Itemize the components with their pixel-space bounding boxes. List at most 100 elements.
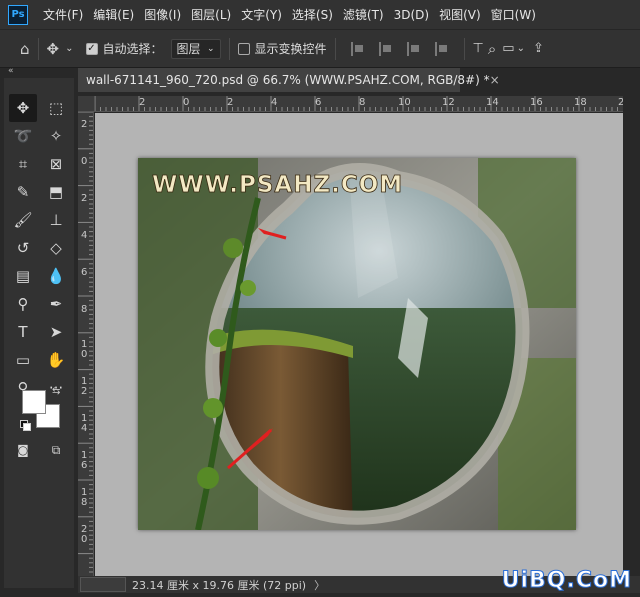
share-icon[interactable]: ⇪ [533, 41, 544, 56]
ruler-label: 2 [227, 97, 234, 108]
frame-tool-icon[interactable]: ⊠ [42, 150, 70, 178]
ruler-label: 1 4 [81, 413, 88, 434]
stamp-tool-icon[interactable]: ⊥ [42, 206, 70, 234]
align-middle-icon[interactable] [434, 41, 449, 56]
ruler-label: 20 [618, 97, 623, 108]
ruler-label: 16 [530, 97, 543, 108]
auto-select-target-value: 图层 [176, 42, 201, 56]
magic-wand-tool-icon[interactable]: ✧ [42, 122, 70, 150]
document-canvas[interactable]: WWW.PSAHZ.COM [138, 158, 576, 530]
default-colors-icon[interactable] [20, 420, 31, 431]
ruler-label: 1 0 [81, 339, 88, 360]
menu-bar: Ps 文件(F) 编辑(E) 图像(I) 图层(L) 文字(Y) 选择(S) 滤… [0, 0, 640, 30]
foreground-color-swatch[interactable] [22, 390, 46, 414]
menu-image[interactable]: 图像(I) [139, 6, 186, 23]
swap-colors-icon[interactable]: ⇆ [52, 386, 60, 397]
align-center-icon[interactable] [378, 41, 393, 56]
ruler-label: 0 [183, 97, 190, 108]
ruler-label: 4 [81, 230, 88, 241]
path-selection-tool-icon[interactable]: ➤ [42, 318, 70, 346]
workspace-icon[interactable]: ▭ [502, 41, 514, 56]
document-tab-title: wall-671141_960_720.psd @ 66.7% (WWW.PSA… [86, 73, 490, 87]
status-menu-arrow-icon[interactable]: 〉 [314, 577, 325, 593]
ruler-label: 2 [81, 119, 88, 130]
divider [228, 37, 230, 60]
crop-tool-icon[interactable]: ⌗ [9, 150, 37, 178]
ruler-label: 1 6 [81, 450, 88, 471]
ruler-label: 8 [81, 304, 88, 315]
menu-edit[interactable]: 编辑(E) [88, 6, 139, 23]
ruler-label: 6 [315, 97, 322, 108]
brush-tool-icon[interactable]: 🖌 [9, 206, 37, 234]
align-top-icon[interactable]: ⊤ [473, 41, 484, 56]
ruler-label: 14 [486, 97, 499, 108]
menu-select[interactable]: 选择(S) [287, 6, 338, 23]
chevron-down-icon[interactable]: ⌄ [517, 43, 525, 54]
ruler-label: 12 [442, 97, 455, 108]
site-watermark: UiBQ.CoM [501, 568, 632, 594]
patch-tool-icon[interactable]: ⬒ [42, 178, 70, 206]
artwork-image: WWW.PSAHZ.COM [138, 158, 576, 530]
ruler-label: 6 [81, 267, 88, 278]
divider [463, 37, 465, 60]
document-tab-bar: wall-671141_960_720.psd @ 66.7% (WWW.PSA… [78, 68, 640, 92]
auto-select-label: 自动选择： [102, 42, 163, 56]
close-icon[interactable]: × [490, 73, 500, 87]
zoom-field[interactable] [80, 577, 126, 592]
divider [37, 37, 39, 60]
move-tool-icon[interactable]: ✥ [47, 40, 60, 58]
screen-mode-icon[interactable]: ⧉ [42, 436, 70, 464]
vertical-ruler[interactable]: 2 0 2 4 6 8 1 0 1 2 1 4 1 6 1 8 2 0 [78, 112, 94, 576]
photoshop-logo-icon: Ps [8, 4, 28, 25]
menu-3d[interactable]: 3D(D) [389, 8, 434, 22]
ruler-label: 1 2 [81, 376, 88, 397]
history-brush-tool-icon[interactable]: ↺ [9, 234, 37, 262]
search-icon[interactable]: ⌕ [488, 40, 496, 58]
menu-filter[interactable]: 滤镜(T) [338, 6, 389, 23]
menu-layer[interactable]: 图层(L) [186, 6, 236, 23]
ruler-label: 18 [574, 97, 587, 108]
auto-select-checkbox[interactable]: ✓ [85, 42, 98, 55]
menu-file[interactable]: 文件(F) [38, 6, 88, 23]
blur-tool-icon[interactable]: 💧 [42, 262, 70, 290]
document-info: 23.14 厘米 x 19.76 厘米 (72 ppi) [132, 578, 307, 592]
home-icon[interactable]: ⌂ [20, 40, 30, 58]
divider [334, 37, 336, 60]
ruler-label: 2 0 [81, 524, 88, 545]
hand-tool-icon[interactable]: ✋ [42, 346, 70, 374]
align-right-icon[interactable] [406, 41, 421, 56]
horizontal-ruler[interactable]: 2 0 2 4 6 8 10 12 14 16 18 20 [95, 96, 623, 112]
chevron-down-icon: ⌄ [206, 43, 215, 54]
ruler-label: 2 [139, 97, 146, 108]
quick-mask-icon[interactable]: ◙ [9, 436, 37, 464]
gradient-tool-icon[interactable]: ▤ [9, 262, 37, 290]
ruler-label: 8 [359, 97, 366, 108]
lasso-tool-icon[interactable]: ➰ [9, 122, 37, 150]
ruler-corner[interactable] [78, 96, 95, 112]
vertical-scrollbar[interactable] [623, 113, 640, 576]
pen-tool-icon[interactable]: ✒ [42, 290, 70, 318]
tools-panel: ✥ ⬚ ➰ ✧ ⌗ ⊠ ✎ ⬒ 🖌 ⊥ ↺ ◇ ▤ 💧 ⚲ ✒ T ➤ ▭ ✋ … [4, 78, 74, 588]
chevron-down-icon[interactable]: ⌄ [65, 43, 73, 54]
eraser-tool-icon[interactable]: ◇ [42, 234, 70, 262]
rectangle-tool-icon[interactable]: ▭ [9, 346, 37, 374]
show-transform-label: 显示变换控件 [254, 42, 327, 56]
options-bar: ⌂ ✥ ⌄ ✓ 自动选择： 图层 ⌄ 显示变换控件 ⊤ ⌕ ▭ ⌄ ⇪ [0, 30, 640, 68]
ruler-label: 4 [271, 97, 278, 108]
show-transform-checkbox[interactable] [237, 42, 250, 55]
ruler-label: 2 [81, 193, 88, 204]
ruler-label: 0 [81, 156, 88, 167]
collapse-panels-icon[interactable]: « [8, 66, 14, 76]
menu-view[interactable]: 视图(V) [434, 6, 486, 23]
move-tool-icon[interactable]: ✥ [9, 94, 37, 122]
menu-type[interactable]: 文字(Y) [236, 6, 287, 23]
dodge-tool-icon[interactable]: ⚲ [9, 290, 37, 318]
auto-select-target-dropdown[interactable]: 图层 ⌄ [170, 38, 221, 59]
eyedropper-tool-icon[interactable]: ✎ [9, 178, 37, 206]
type-tool-icon[interactable]: T [9, 318, 37, 346]
marquee-tool-icon[interactable]: ⬚ [42, 94, 70, 122]
document-tab[interactable]: wall-671141_960_720.psd @ 66.7% (WWW.PSA… [78, 68, 500, 92]
menu-window[interactable]: 窗口(W) [486, 6, 541, 23]
ruler-label: 10 [398, 97, 411, 108]
align-left-icon[interactable] [350, 41, 365, 56]
